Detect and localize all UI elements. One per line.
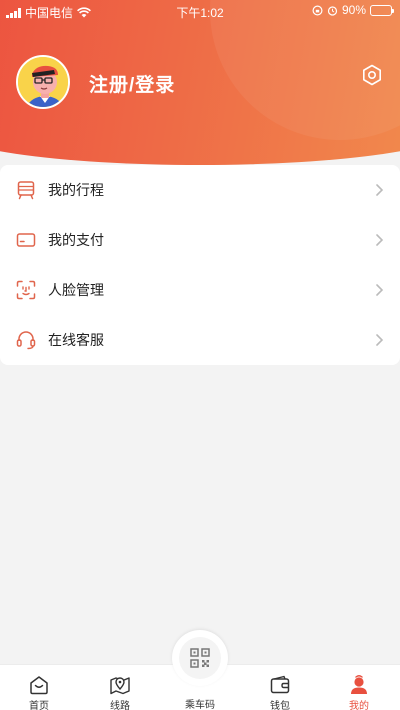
battery-icon <box>370 4 394 16</box>
home-icon <box>30 676 48 695</box>
headset-icon <box>16 331 36 350</box>
tab-label: 我的 <box>349 701 369 710</box>
alarm-icon <box>327 5 338 16</box>
tab-routes[interactable]: 线路 <box>90 674 150 710</box>
login-register-link[interactable]: 注册/登录 <box>89 70 175 97</box>
chevron-right-icon <box>376 284 384 296</box>
settings-icon[interactable] <box>361 64 383 86</box>
user-icon <box>351 675 367 694</box>
tab-ride-code-label[interactable]: 乘车码 <box>170 696 230 710</box>
rotation-lock-icon <box>312 4 323 16</box>
chevron-right-icon <box>376 334 384 346</box>
menu-item-my-payment[interactable]: 我的支付 <box>0 215 400 265</box>
status-right: 90% <box>312 3 394 17</box>
avatar[interactable] <box>16 55 70 109</box>
status-bar: 中国电信 下午1:02 90% <box>0 0 400 22</box>
face-scan-icon <box>16 280 36 300</box>
tab-home[interactable]: 首页 <box>9 674 69 710</box>
qr-code-button[interactable] <box>172 630 228 686</box>
chevron-right-icon <box>376 234 384 246</box>
menu-item-my-trips[interactable]: 我的行程 <box>0 165 400 215</box>
menu-item-customer-service[interactable]: 在线客服 <box>0 315 400 365</box>
tab-wallet[interactable]: 钱包 <box>250 674 310 710</box>
chevron-right-icon <box>376 184 384 196</box>
tab-mine[interactable]: 我的 <box>329 674 389 710</box>
menu-card: 我的行程 我的支付 人脸管理 在线客服 <box>0 165 400 365</box>
menu-item-label: 在线客服 <box>48 332 104 348</box>
train-ticket-icon <box>17 181 35 200</box>
menu-item-label: 人脸管理 <box>48 282 104 298</box>
battery-percent: 90% <box>341 3 366 17</box>
qr-code-icon <box>190 648 210 668</box>
wallet-icon <box>270 675 290 694</box>
tab-label: 线路 <box>110 701 130 710</box>
map-pin-icon <box>110 677 130 695</box>
tab-label: 首页 <box>29 701 49 710</box>
card-icon <box>16 233 36 247</box>
menu-item-label: 我的行程 <box>48 182 104 198</box>
menu-item-face-management[interactable]: 人脸管理 <box>0 265 400 315</box>
tab-label: 钱包 <box>270 701 290 710</box>
qr-button-inner <box>179 637 221 679</box>
menu-item-label: 我的支付 <box>48 232 104 248</box>
